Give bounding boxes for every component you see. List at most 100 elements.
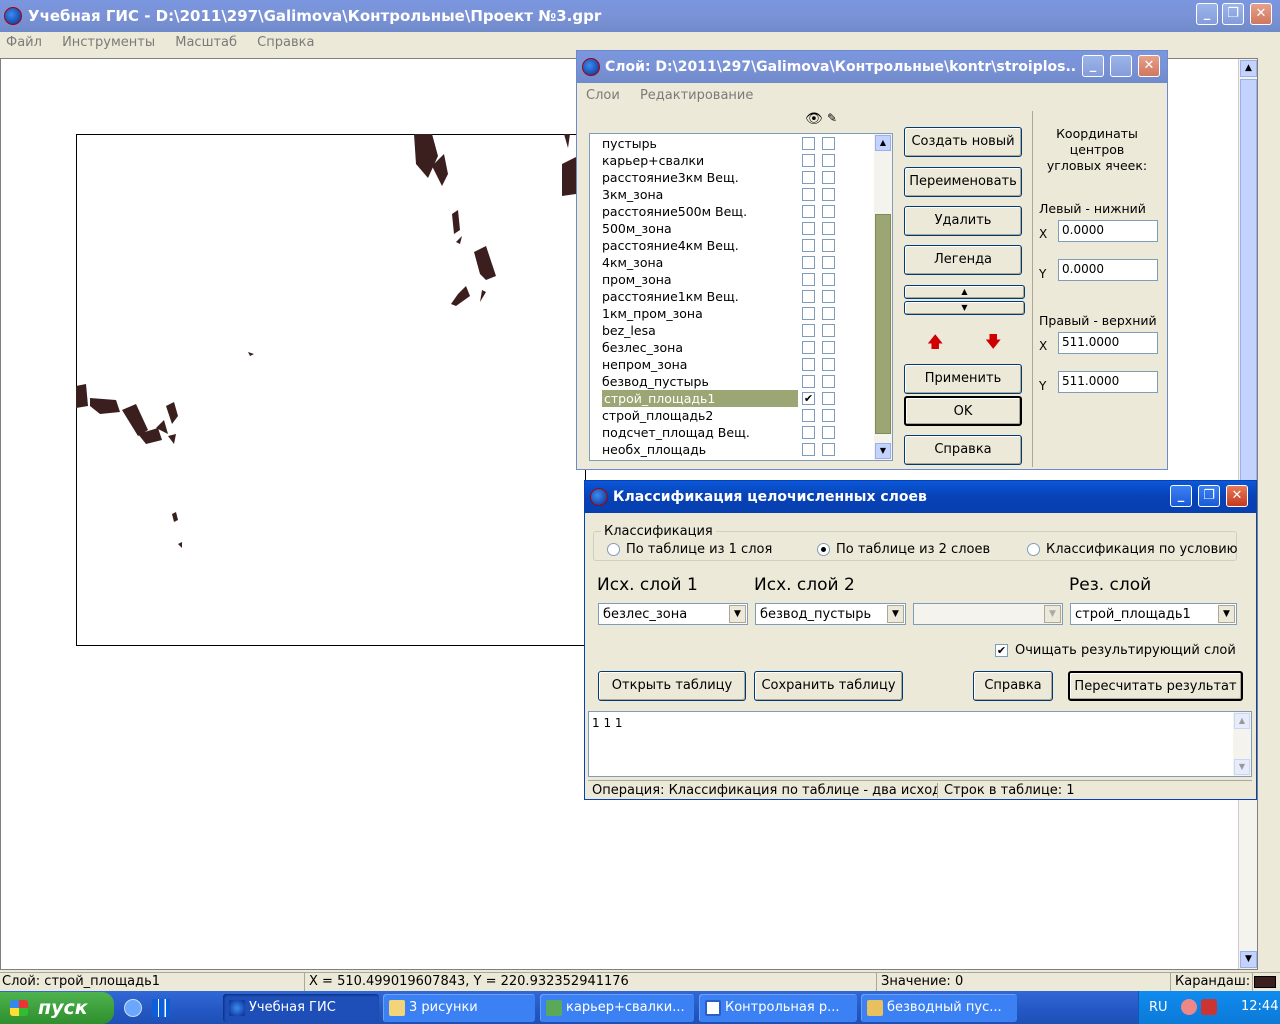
classification-table-text[interactable]: 1 1 1 ▲ ▼ [588,711,1252,777]
menu-help[interactable]: Справка [257,35,314,50]
ll-y-field[interactable]: 0.0000 [1058,259,1158,281]
layer-edit-checkbox[interactable] [822,290,835,303]
layer-visible-checkbox[interactable] [802,341,815,354]
layer-visible-checkbox[interactable] [802,171,815,184]
layer-edit-checkbox[interactable] [822,273,835,286]
class-close-button[interactable]: ✕ [1226,485,1248,507]
apply-button[interactable]: Применить [904,364,1022,394]
layer-list-item[interactable]: карьер+свалки [602,152,704,169]
minimize-button[interactable]: _ [1196,3,1218,25]
list-scroll-down[interactable]: ▼ [875,443,891,459]
layer-visible-checkbox[interactable] [802,205,815,218]
list-scroll-thumb[interactable] [875,214,891,434]
layer-visible-checkbox[interactable] [802,222,815,235]
layer-list-item[interactable]: непром_зона [602,356,687,373]
layer-list-item[interactable]: необх_площадь [602,441,706,458]
layer-visible-checkbox[interactable]: ✔ [802,392,815,405]
radio-two-layers-label[interactable]: По таблице из 2 слоев [836,542,990,557]
quicklaunch-books-icon[interactable] [152,999,170,1017]
layer-list-item[interactable]: 4км_зона [602,254,663,271]
layer-list-item[interactable]: безлес_зона [602,339,683,356]
src-layer-2-select[interactable]: безвод_пустырь ▼ [755,603,906,625]
layer-edit-checkbox[interactable] [822,222,835,235]
layer-visible-checkbox[interactable] [802,409,815,422]
layer-edit-checkbox[interactable] [822,137,835,150]
save-table-button[interactable]: Сохранить таблицу [754,671,903,701]
tray-shield-icon[interactable] [1201,999,1217,1015]
layer-visible-checkbox[interactable] [802,256,815,269]
list-scroll-up[interactable]: ▲ [875,135,891,151]
arrow-up-red-icon[interactable]: 🡅 [927,331,943,358]
layer-menu-edit[interactable]: Редактирование [640,88,753,103]
arrow-down-red-icon[interactable]: 🡇 [985,331,1001,358]
layer-visible-checkbox[interactable] [802,324,815,337]
layer-list-item[interactable]: строй_площадь1 [602,390,798,407]
task-gis[interactable]: Учебная ГИС [223,994,379,1022]
create-layer-button[interactable]: Создать новый [904,127,1022,157]
layer-visible-checkbox[interactable] [802,358,815,371]
layer-edit-checkbox[interactable] [822,409,835,422]
layer-close-button[interactable]: ✕ [1138,55,1160,77]
layer-edit-checkbox[interactable] [822,392,835,405]
radio-one-layer-label[interactable]: По таблице из 1 слоя [626,542,772,557]
layer-edit-checkbox[interactable] [822,324,835,337]
chevron-down-icon[interactable]: ▼ [887,605,904,623]
layer-window-title-bar[interactable]: Слой: D:\2011\297\Galimova\Контрольные\k… [577,51,1167,83]
recalc-result-button[interactable]: Пересчитать результат [1068,671,1243,701]
layer-visible-checkbox[interactable] [802,443,815,456]
layer-visible-checkbox[interactable] [802,307,815,320]
layer-edit-checkbox[interactable] [822,426,835,439]
text-scroll-up[interactable]: ▲ [1234,713,1250,729]
clear-result-label[interactable]: Очищать результирующий слой [1015,643,1236,658]
menu-scale[interactable]: Масштаб [175,35,237,50]
move-up-small-button[interactable]: ▲ [904,285,1025,299]
layer-edit-checkbox[interactable] [822,171,835,184]
chevron-down-icon[interactable]: ▼ [1218,605,1235,623]
layer-list-item[interactable]: 500м_зона [602,220,672,237]
task-folder[interactable]: 3 рисунки [383,994,535,1022]
layer-visible-checkbox[interactable] [802,239,815,252]
layer-list[interactable]: пустырь карьер+свалки расстояние3км Вещ. 3к… [589,133,893,461]
layer-visible-checkbox[interactable] [802,154,815,167]
task-word[interactable]: Контрольная р... [699,994,857,1022]
menu-tools[interactable]: Инструменты [62,35,155,50]
layer-visible-checkbox[interactable] [802,137,815,150]
radio-one-layer[interactable] [607,543,620,556]
tray-arrow-icon[interactable] [1181,999,1197,1015]
layer-minimize-button[interactable]: _ [1082,55,1104,77]
layer-edit-checkbox[interactable] [822,443,835,456]
layer-maximize-button[interactable] [1110,55,1132,77]
layer-edit-checkbox[interactable] [822,205,835,218]
layer-list-item[interactable]: безвод_пустырь [602,373,709,390]
task-paint[interactable]: безводный пус... [861,994,1017,1022]
legend-button[interactable]: Легенда [904,245,1022,275]
radio-condition[interactable] [1027,543,1040,556]
layer-list-item[interactable]: расстояние500м Вещ. [602,203,747,220]
menu-file[interactable]: Файл [6,35,42,50]
move-down-small-button[interactable]: ▼ [904,301,1025,315]
clear-result-checkbox[interactable]: ✔ [995,644,1008,657]
maximize-button[interactable]: ❐ [1222,3,1244,25]
class-maximize-button[interactable]: ❐ [1198,485,1220,507]
src-layer-1-select[interactable]: безлес_зона ▼ [598,603,748,625]
layer-list-item[interactable]: расстояние3км Вещ. [602,169,739,186]
layer-edit-checkbox[interactable] [822,341,835,354]
class-minimize-button[interactable]: _ [1170,485,1192,507]
layer-edit-checkbox[interactable] [822,375,835,388]
layer-visible-checkbox[interactable] [802,290,815,303]
language-indicator[interactable]: RU [1149,1000,1168,1015]
rename-layer-button[interactable]: Переименовать [904,167,1022,197]
ll-x-field[interactable]: 0.0000 [1058,220,1158,242]
layer-edit-checkbox[interactable] [822,358,835,371]
layer-list-item[interactable]: пустырь [602,135,657,152]
layer-visible-checkbox[interactable] [802,426,815,439]
layer-list-scrollbar[interactable]: ▲ ▼ [874,134,892,460]
layer-list-item[interactable]: bez_lesa [602,322,656,339]
layer-visible-checkbox[interactable] [802,273,815,286]
layer-edit-checkbox[interactable] [822,188,835,201]
layer-visible-checkbox[interactable] [802,188,815,201]
ok-button[interactable]: OK [904,396,1022,426]
layer-edit-checkbox[interactable] [822,256,835,269]
layer-help-button[interactable]: Справка [904,435,1022,465]
ur-x-field[interactable]: 511.0000 [1058,332,1158,354]
